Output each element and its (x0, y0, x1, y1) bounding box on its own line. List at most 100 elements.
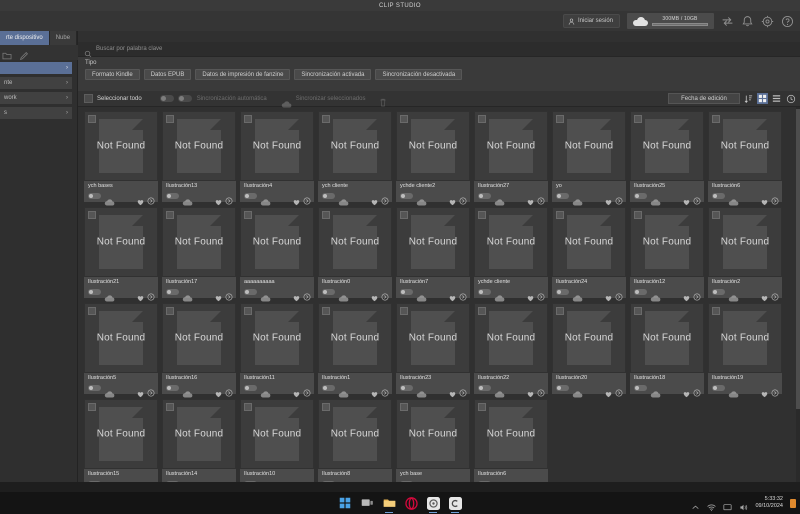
toggle-icon[interactable] (166, 193, 179, 199)
sort-az-icon[interactable] (743, 93, 754, 104)
file-select-checkbox[interactable] (400, 307, 408, 315)
file-thumbnail[interactable]: Not Found (162, 111, 236, 181)
file-thumbnail[interactable]: Not Found (630, 207, 704, 277)
start-button-icon[interactable] (338, 496, 352, 510)
file-thumbnail[interactable]: Not Found (474, 111, 548, 181)
heart-icon[interactable] (449, 385, 456, 397)
file-card[interactable]: Not Found Ilustración1 (318, 303, 392, 398)
file-select-checkbox[interactable] (88, 307, 96, 315)
cloud-icon[interactable] (728, 289, 739, 302)
sort-dropdown[interactable]: Fecha de edición (668, 93, 740, 104)
sidebar-tab-cloud[interactable]: Nube (49, 31, 78, 45)
heart-icon[interactable] (137, 385, 144, 397)
search-input[interactable]: Buscar por palabra clave (96, 46, 162, 52)
file-select-checkbox[interactable] (478, 211, 486, 219)
file-thumbnail[interactable]: Not Found (240, 111, 314, 181)
sidebar-tab-device[interactable]: rte dispositivo (0, 31, 50, 45)
chevron-right-circle-icon[interactable] (459, 288, 467, 301)
cloud-icon[interactable] (104, 289, 115, 302)
file-card[interactable]: Not Found Ilustración12 (630, 207, 704, 302)
file-card[interactable]: Not Found ych cliente (318, 111, 392, 206)
heart-icon[interactable] (683, 385, 690, 397)
file-card[interactable]: Not Found Ilustración16 (162, 303, 236, 398)
file-card[interactable]: Not Found ych base (396, 399, 470, 482)
file-card[interactable]: Not Found Ilustración14 (162, 399, 236, 482)
file-thumbnail[interactable]: Not Found (708, 207, 782, 277)
folder-icon[interactable] (2, 48, 12, 59)
file-card[interactable]: Not Found Ilustración18 (630, 303, 704, 398)
heart-icon[interactable] (449, 289, 456, 301)
pencil-icon[interactable] (19, 48, 29, 60)
heart-icon[interactable] (761, 289, 768, 301)
chevron-right-circle-icon[interactable] (147, 384, 155, 397)
file-thumbnail[interactable]: Not Found (318, 303, 392, 373)
file-card[interactable]: Not Found Ilustración10 (240, 399, 314, 482)
chevron-right-circle-icon[interactable] (771, 288, 779, 301)
heart-icon[interactable] (215, 193, 222, 205)
auto-sync-toggle-b[interactable] (177, 95, 192, 102)
file-thumbnail[interactable]: Not Found (240, 207, 314, 277)
sidebar-item-0[interactable]: › (0, 62, 72, 74)
network-icon[interactable] (707, 499, 717, 511)
file-thumbnail[interactable]: Not Found (162, 399, 236, 469)
heart-icon[interactable] (527, 289, 534, 301)
chevron-right-circle-icon[interactable] (693, 384, 701, 397)
filter-chip-4[interactable]: Sincronización desactivada (375, 69, 463, 80)
chevron-right-circle-icon[interactable] (381, 288, 389, 301)
file-select-checkbox[interactable] (556, 211, 564, 219)
file-card[interactable]: Not Found Ilustración22 (474, 303, 548, 398)
heart-icon[interactable] (683, 193, 690, 205)
file-select-checkbox[interactable] (166, 211, 174, 219)
sidebar-item-2[interactable]: work › (0, 92, 72, 104)
file-thumbnail[interactable]: Not Found (708, 303, 782, 373)
heart-icon[interactable] (605, 385, 612, 397)
toggle-icon[interactable] (556, 385, 569, 391)
file-thumbnail[interactable]: Not Found (552, 207, 626, 277)
auto-sync-toggle-a[interactable] (159, 95, 174, 102)
volume-icon[interactable] (739, 499, 748, 510)
heart-icon[interactable] (215, 385, 222, 397)
toggle-icon[interactable] (478, 193, 491, 199)
cloud-icon[interactable] (416, 289, 427, 302)
cloud-icon[interactable] (728, 385, 739, 398)
cloud-icon[interactable] (494, 385, 505, 398)
file-card[interactable]: Not Found Ilustración25 (630, 111, 704, 206)
toggle-icon[interactable] (88, 193, 101, 199)
toggle-icon[interactable] (88, 385, 101, 391)
toggle-icon[interactable] (712, 289, 725, 295)
task-view-icon[interactable] (360, 496, 374, 510)
chevron-right-circle-icon[interactable] (303, 384, 311, 397)
file-card[interactable]: Not Found Ilustración11 (240, 303, 314, 398)
cloud-icon[interactable] (260, 193, 271, 206)
toggle-icon[interactable] (712, 385, 725, 391)
cloud-icon[interactable] (572, 289, 583, 302)
toggle-icon[interactable] (166, 289, 179, 295)
cloud-icon[interactable] (182, 193, 193, 206)
file-select-checkbox[interactable] (322, 307, 330, 315)
cloud-icon[interactable] (416, 193, 427, 206)
grid-scrollbar[interactable] (796, 107, 800, 482)
cloud-icon[interactable] (650, 289, 661, 302)
heart-icon[interactable] (605, 289, 612, 301)
transfer-icon[interactable] (721, 15, 734, 28)
chevron-right-circle-icon[interactable] (225, 288, 233, 301)
file-card[interactable]: Not Found Ilustración2 (708, 207, 782, 302)
file-select-checkbox[interactable] (556, 115, 564, 123)
chevron-right-circle-icon[interactable] (225, 192, 233, 205)
toggle-icon[interactable] (244, 193, 257, 199)
cloud-icon[interactable] (494, 193, 505, 206)
filter-chip-3[interactable]: Sincronización activada (294, 69, 372, 80)
toggle-icon[interactable] (400, 385, 413, 391)
cloud-icon[interactable] (494, 289, 505, 302)
file-thumbnail[interactable]: Not Found (396, 111, 470, 181)
file-thumbnail[interactable]: Not Found (84, 303, 158, 373)
chevron-right-circle-icon[interactable] (693, 288, 701, 301)
toggle-icon[interactable] (322, 385, 335, 391)
file-card[interactable]: Not Found Ilustración7 (396, 207, 470, 302)
file-select-checkbox[interactable] (166, 115, 174, 123)
select-all-checkbox[interactable] (84, 94, 93, 103)
toggle-icon[interactable] (400, 289, 413, 295)
chevron-right-circle-icon[interactable] (303, 288, 311, 301)
file-explorer-icon[interactable] (382, 496, 396, 513)
chevron-right-circle-icon[interactable] (693, 192, 701, 205)
